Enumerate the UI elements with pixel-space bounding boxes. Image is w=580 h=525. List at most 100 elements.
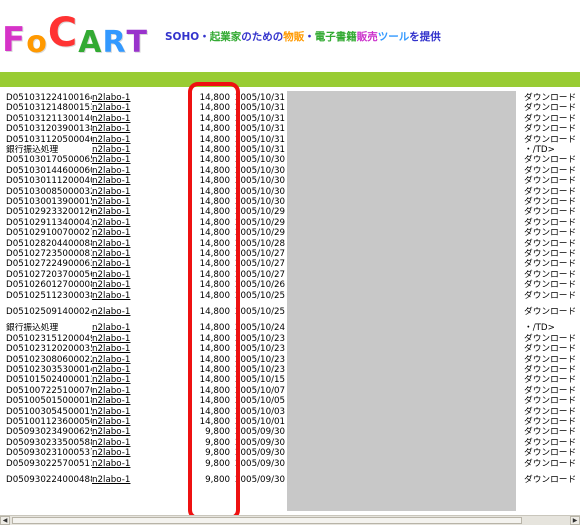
table-row: D051025091400024 n2labo-1 14,800 2005/10/25… — [0, 307, 580, 317]
download-link[interactable]: ・/TD> — [524, 145, 580, 155]
table-row: D051003054500015 n2labo-1 14,800 2005/10/03… — [0, 407, 580, 417]
date-cell: 2005/10/27 — [235, 249, 286, 259]
seller-link[interactable]: n2labo-1 — [92, 114, 152, 124]
seller-link[interactable]: n2labo-1 — [92, 475, 152, 485]
seller-link[interactable]: n2labo-1 — [92, 438, 152, 448]
download-link[interactable]: ダウンロード — [524, 407, 580, 417]
seller-link[interactable]: n2labo-1 — [92, 239, 152, 249]
download-link[interactable]: ダウンロード — [524, 93, 580, 103]
date-cell: 2005/10/23 — [235, 354, 286, 365]
seller-link[interactable]: n2labo-1 — [92, 187, 152, 197]
download-link[interactable]: ダウンロード — [524, 228, 580, 238]
date-cell: 2005/10/31 — [235, 134, 286, 145]
download-link[interactable]: ダウンロード — [524, 375, 580, 385]
table-row: D051028204400088 n2labo-1 14,800 2005/10/28… — [0, 239, 580, 249]
seller-link[interactable]: n2labo-1 — [92, 145, 152, 155]
table-row: D051030144600060 n2labo-1 14,800 2005/10/30… — [0, 166, 580, 176]
seller-link[interactable]: n2labo-1 — [92, 228, 152, 238]
download-link[interactable]: ダウンロード — [524, 270, 580, 280]
download-link[interactable]: ダウンロード — [524, 280, 580, 290]
download-link[interactable]: ダウンロード — [524, 417, 580, 427]
download-link[interactable]: ダウンロード — [524, 475, 580, 485]
seller-link[interactable]: n2labo-1 — [92, 103, 152, 113]
order-code: D051030085000032 — [6, 186, 92, 197]
download-link[interactable]: ダウンロード — [524, 427, 580, 437]
scroll-thumb[interactable] — [12, 517, 522, 524]
seller-link[interactable]: n2labo-1 — [92, 197, 152, 207]
download-link[interactable]: ダウンロード — [524, 166, 580, 176]
seller-link[interactable]: n2labo-1 — [92, 459, 152, 469]
seller-link[interactable]: n2labo-1 — [92, 386, 152, 396]
seller-link[interactable]: n2labo-1 — [92, 307, 152, 317]
seller-link[interactable]: n2labo-1 — [92, 270, 152, 280]
download-link[interactable]: ダウンロード — [524, 239, 580, 249]
download-link[interactable]: ダウンロード — [524, 438, 580, 448]
download-link[interactable]: ダウンロード — [524, 355, 580, 365]
download-link[interactable]: ダウンロード — [524, 291, 580, 301]
download-link[interactable]: ダウンロード — [524, 187, 580, 197]
seller-link[interactable]: n2labo-1 — [92, 259, 152, 269]
download-link[interactable]: ダウンロード — [524, 386, 580, 396]
seller-link[interactable]: n2labo-1 — [92, 344, 152, 354]
download-link[interactable]: ダウンロード — [524, 396, 580, 406]
scroll-right-icon[interactable]: ▶ — [570, 516, 580, 525]
site-tagline: SOHO・起業家のための物販・電子書籍販売ツールを提供 — [165, 29, 441, 44]
download-link[interactable]: ダウンロード — [524, 365, 580, 375]
seller-link[interactable]: n2labo-1 — [92, 355, 152, 365]
download-link[interactable]: ダウンロード — [524, 459, 580, 469]
seller-link[interactable]: n2labo-1 — [92, 291, 152, 301]
order-code: D051003054500015 — [6, 406, 92, 417]
focart-logo[interactable]: FoCART — [2, 10, 148, 60]
site-header: FoCART SOHO・起業家のための物販・電子書籍販売ツールを提供 — [0, 0, 580, 72]
download-link[interactable]: ダウンロード — [524, 307, 580, 317]
date-cell: 2005/10/30 — [235, 165, 286, 176]
seller-link[interactable]: n2labo-1 — [92, 334, 152, 344]
download-link[interactable]: ダウンロード — [524, 124, 580, 134]
download-link[interactable]: ダウンロード — [524, 197, 580, 207]
seller-link[interactable]: n2labo-1 — [92, 365, 152, 375]
download-link[interactable]: ダウンロード — [524, 334, 580, 344]
date-cell: 2005/09/30 — [235, 475, 286, 485]
download-link[interactable]: ダウンロード — [524, 114, 580, 124]
date-cell: 2005/10/25 — [235, 307, 286, 317]
download-link[interactable]: ダウンロード — [524, 259, 580, 269]
seller-link[interactable]: n2labo-1 — [92, 448, 152, 458]
download-link[interactable]: ダウンロード — [524, 344, 580, 354]
seller-link[interactable]: n2labo-1 — [92, 218, 152, 228]
date-cell: 2005/10/26 — [235, 280, 286, 291]
date-cell: 2005/09/30 — [235, 458, 286, 469]
seller-link[interactable]: n2labo-1 — [92, 155, 152, 165]
logo-letter: F — [2, 20, 27, 60]
seller-link[interactable]: n2labo-1 — [92, 166, 152, 176]
date-cell: 2005/10/25 — [235, 290, 286, 301]
seller-link[interactable]: n2labo-1 — [92, 396, 152, 406]
seller-link[interactable]: n2labo-1 — [92, 280, 152, 290]
horizontal-scrollbar[interactable]: ◀ ▶ — [0, 515, 580, 525]
table-row: D051031211300140 n2labo-1 14,800 2005/10/31… — [0, 114, 580, 124]
seller-link[interactable]: n2labo-1 — [92, 176, 152, 186]
download-link[interactable]: ダウンロード — [524, 103, 580, 113]
seller-link[interactable]: n2labo-1 — [92, 375, 152, 385]
download-link[interactable]: ダウンロード — [524, 448, 580, 458]
download-link[interactable]: ・/TD> — [524, 323, 580, 333]
tagline-segment: 電子書籍 — [314, 31, 357, 43]
download-link[interactable]: ダウンロード — [524, 176, 580, 186]
date-cell: 2005/10/27 — [235, 259, 286, 270]
seller-link[interactable]: n2labo-1 — [92, 427, 152, 437]
seller-link[interactable]: n2labo-1 — [92, 407, 152, 417]
order-code: D051030013900015 — [6, 197, 92, 207]
download-link[interactable]: ダウンロード — [524, 135, 580, 145]
seller-link[interactable]: n2labo-1 — [92, 135, 152, 145]
download-link[interactable]: ダウンロード — [524, 207, 580, 217]
seller-link[interactable]: n2labo-1 — [92, 124, 152, 134]
seller-link[interactable]: n2labo-1 — [92, 249, 152, 259]
scroll-left-icon[interactable]: ◀ — [0, 516, 10, 525]
download-link[interactable]: ダウンロード — [524, 155, 580, 165]
download-link[interactable]: ダウンロード — [524, 249, 580, 259]
seller-link[interactable]: n2labo-1 — [92, 417, 152, 427]
seller-link[interactable]: n2labo-1 — [92, 323, 152, 333]
download-link[interactable]: ダウンロード — [524, 218, 580, 228]
date-cell: 2005/10/24 — [235, 323, 286, 334]
seller-link[interactable]: n2labo-1 — [92, 93, 152, 103]
seller-link[interactable]: n2labo-1 — [92, 207, 152, 217]
